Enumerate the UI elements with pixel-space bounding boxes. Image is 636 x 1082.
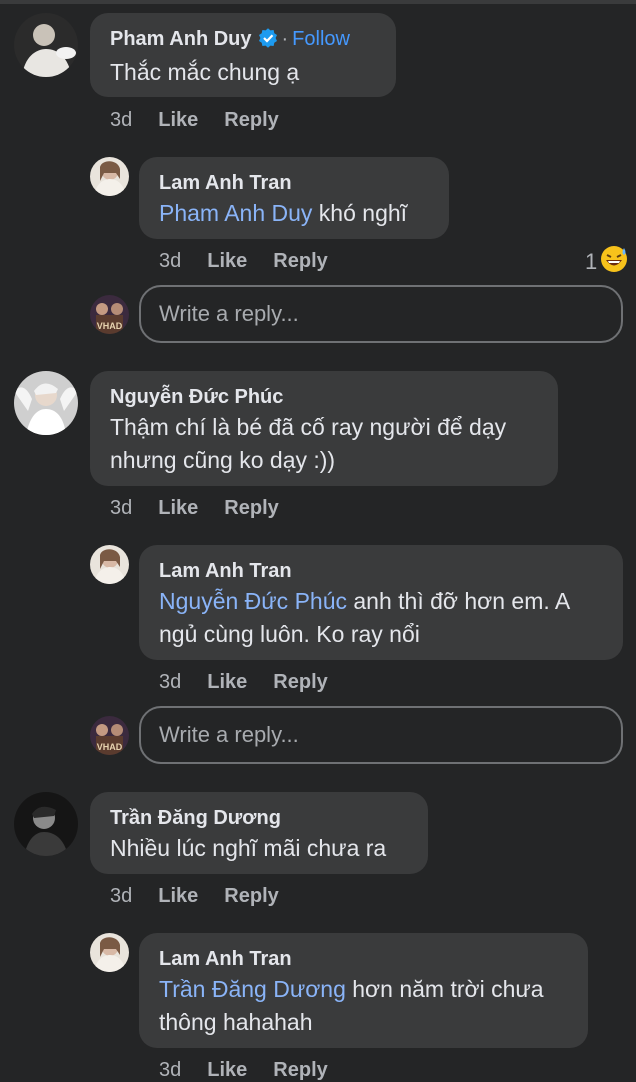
reply-button[interactable]: Reply [224,109,278,131]
comment-text: Thậm chí là bé đã cố ray người để dạy nh… [110,414,507,473]
avatar-nguyen-duc-phuc[interactable] [14,371,78,435]
comment-text: Thắc mắc chung ạ [110,59,300,85]
like-button[interactable]: Like [158,497,198,519]
reaction-count: 1 [585,249,598,274]
comment-actions: 3d Like Reply [110,108,279,132]
svg-text:VHAD: VHAD [97,742,123,752]
comment-timestamp[interactable]: 3d [110,885,132,907]
comment-timestamp[interactable]: 3d [110,109,132,131]
reply-actions: 3d Like Reply [159,249,328,273]
avatar-pham-anh-duy[interactable] [14,13,78,77]
reply-input[interactable]: Write a reply... [139,706,623,764]
reply-bubble: Lam Anh Tran Trần Đăng Dương hơn năm trờ… [139,933,588,1048]
comment-bubble: Nguyễn Đức Phúc Thậm chí là bé đã cố ray… [90,371,558,486]
follow-button[interactable]: Follow [292,28,350,50]
like-button[interactable]: Like [207,250,247,272]
reply-timestamp[interactable]: 3d [159,1059,181,1081]
mention-link[interactable]: Pham Anh Duy [159,200,312,226]
reply-button[interactable]: Reply [273,250,327,272]
reply-actions: 3d Like Reply [159,670,328,694]
comment-bubble: Pham Anh Duy · Follow Thắc mắc chung ạ [90,13,396,97]
verified-badge-icon [258,28,278,54]
comment-author[interactable]: Pham Anh Duy [110,28,252,50]
reply-button[interactable]: Reply [224,497,278,519]
mention-link[interactable]: Nguyễn Đức Phúc [159,588,347,614]
comment-text: Nhiều lúc nghĩ mãi chưa ra [110,835,387,861]
comment-timestamp[interactable]: 3d [110,497,132,519]
comment-actions: 3d Like Reply [110,496,279,520]
separator-dot: · [281,28,289,50]
reply-button[interactable]: Reply [224,885,278,907]
top-divider [0,0,636,4]
current-user-avatar: VHAD [90,295,129,334]
comment-actions: 3d Like Reply [110,884,279,908]
avatar-tran-dang-duong[interactable] [14,792,78,856]
mention-link[interactable]: Trần Đăng Dương [159,976,346,1002]
reply-text: khó nghĩ [312,200,408,226]
reply-button[interactable]: Reply [273,671,327,693]
comment-author[interactable]: Trần Đăng Dương [110,806,408,830]
reply-timestamp[interactable]: 3d [159,671,181,693]
comment-author[interactable]: Nguyễn Đức Phúc [110,385,538,409]
reply-actions: 3d Like Reply [159,1058,328,1082]
svg-text:VHAD: VHAD [97,321,123,331]
reply-input-placeholder: Write a reply... [159,722,299,747]
current-user-avatar: VHAD [90,716,129,755]
like-button[interactable]: Like [207,671,247,693]
reply-button[interactable]: Reply [273,1059,327,1081]
reply-bubble: Lam Anh Tran Pham Anh Duy khó nghĩ [139,157,449,239]
avatar-lam-anh-tran[interactable] [90,545,129,584]
avatar-lam-anh-tran[interactable] [90,933,129,972]
reaction-summary[interactable]: 1 [585,244,629,280]
reply-bubble: Lam Anh Tran Nguyễn Đức Phúc anh thì đỡ … [139,545,623,660]
avatar-lam-anh-tran[interactable] [90,157,129,196]
comment-bubble: Trần Đăng Dương Nhiều lúc nghĩ mãi chưa … [90,792,428,874]
reply-author[interactable]: Lam Anh Tran [159,559,603,583]
like-button[interactable]: Like [158,109,198,131]
reply-timestamp[interactable]: 3d [159,250,181,272]
reply-input[interactable]: Write a reply... [139,285,623,343]
reply-author[interactable]: Lam Anh Tran [159,171,429,195]
grinning-sweat-emoji-icon [599,244,629,280]
like-button[interactable]: Like [158,885,198,907]
reply-author[interactable]: Lam Anh Tran [159,947,568,971]
like-button[interactable]: Like [207,1059,247,1081]
reply-input-placeholder: Write a reply... [159,301,299,326]
